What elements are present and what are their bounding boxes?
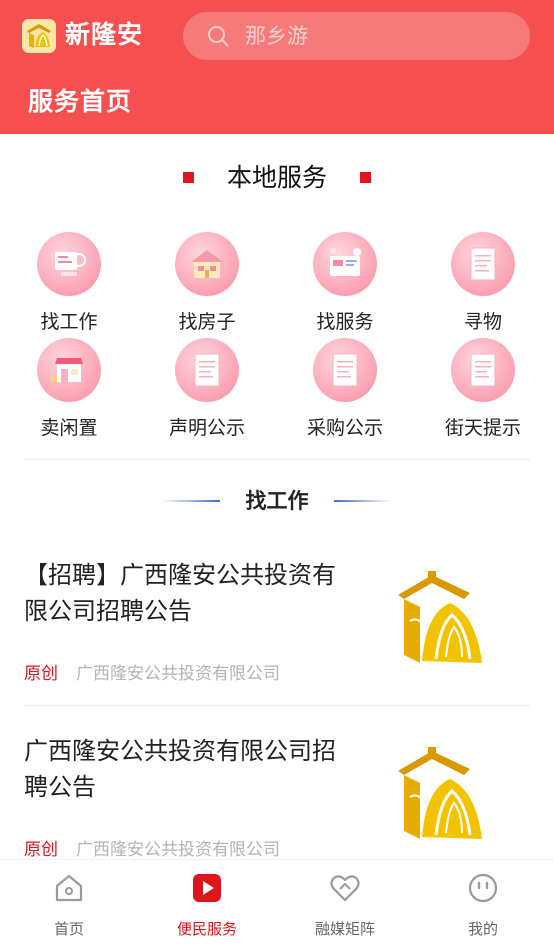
- title-line-left: [162, 500, 220, 502]
- app-title: 新隆安: [65, 20, 144, 49]
- service-label: 采购公示: [306, 417, 383, 439]
- shop-icon: [37, 338, 101, 402]
- local-services-title: 本地服务: [0, 158, 554, 198]
- search-icon: [208, 26, 229, 47]
- service-label: 声明公示: [168, 417, 245, 439]
- job-section-title: 找工作: [0, 484, 554, 518]
- service-item-statement[interactable]: 声明公示: [138, 338, 276, 444]
- tab-label: 我的: [467, 920, 498, 938]
- article-thumbnail: [392, 747, 494, 847]
- title-line-right: [334, 500, 392, 502]
- page-title: 服务首页: [28, 87, 133, 116]
- service-item-lost-found[interactable]: 寻物: [414, 232, 552, 338]
- article-title: 【招聘】广西隆安公共投资有限公司招聘公告: [24, 561, 336, 625]
- smile-icon: [468, 873, 498, 903]
- title-decoration-right: [360, 172, 371, 183]
- service-item-market-day[interactable]: 街天提示: [414, 338, 552, 444]
- tab-mine[interactable]: 我的: [414, 860, 552, 949]
- service-item-find-house[interactable]: 找房子: [138, 232, 276, 338]
- search-bar[interactable]: 那乡游: [183, 12, 530, 60]
- service-label: 街天提示: [444, 417, 521, 439]
- tab-convenience-services[interactable]: 便民服务: [138, 860, 276, 949]
- service-label: 找服务: [316, 311, 374, 333]
- job-icon: [37, 232, 101, 296]
- article-title: 广西隆安公共投资有限公司招聘公告: [24, 737, 336, 801]
- document-icon: [313, 338, 377, 402]
- title-decoration-left: [183, 172, 194, 183]
- tab-label: 便民服务: [176, 920, 237, 938]
- tab-label: 首页: [53, 920, 84, 938]
- tab-media-matrix[interactable]: 融媒矩阵: [276, 860, 414, 949]
- tab-label: 融媒矩阵: [314, 920, 375, 938]
- service-icon: [313, 232, 377, 296]
- document-icon: [175, 338, 239, 402]
- row-divider: [24, 705, 530, 706]
- section-divider: [24, 459, 530, 460]
- article-tag: 原创: [24, 664, 58, 684]
- list-item[interactable]: 【招聘】广西隆安公共投资有限公司招聘公告 原创 广西隆安公共投资有限公司: [0, 557, 554, 733]
- service-label: 寻物: [463, 311, 502, 333]
- search-placeholder: 那乡游: [245, 24, 308, 48]
- tab-home[interactable]: 首页: [0, 860, 138, 949]
- heart-link-icon: [330, 875, 360, 902]
- service-item-find-service[interactable]: 找服务: [276, 232, 414, 338]
- service-label: 找工作: [40, 311, 98, 333]
- service-item-procurement[interactable]: 采购公示: [276, 338, 414, 444]
- article-source: 广西隆安公共投资有限公司: [76, 664, 280, 684]
- play-icon: [193, 874, 221, 902]
- document-icon: [451, 232, 515, 296]
- service-label: 卖闲置: [40, 417, 98, 439]
- house-icon: [175, 232, 239, 296]
- job-section-heading: 找工作: [245, 489, 309, 513]
- app-logo: [22, 19, 56, 53]
- bottom-tab-bar: 首页 便民服务 融媒矩阵 我的: [0, 859, 554, 949]
- document-icon: [451, 338, 515, 402]
- local-services-heading: 本地服务: [226, 163, 327, 192]
- top-header: 新隆安 那乡游 服务首页: [0, 0, 554, 134]
- service-label: 找房子: [178, 311, 236, 333]
- service-item-find-job[interactable]: 找工作: [0, 232, 138, 338]
- home-icon: [55, 874, 83, 902]
- service-item-sell-idle[interactable]: 卖闲置: [0, 338, 138, 444]
- article-thumbnail: [392, 571, 494, 671]
